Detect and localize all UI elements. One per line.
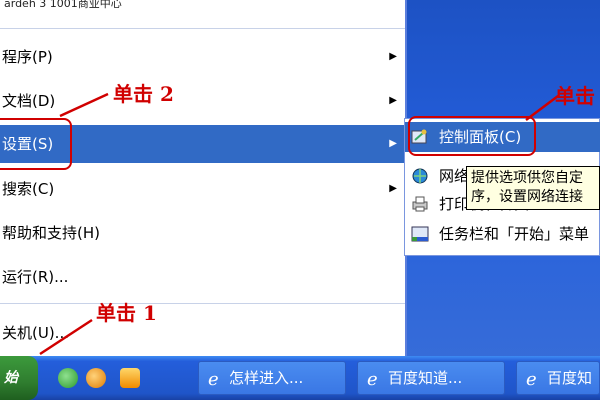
submenu-arrow-icon: ▶ xyxy=(389,95,397,106)
ie-icon: e xyxy=(367,369,378,388)
taskbar: 始 e 怎样进入... e 百度知道... e 百度知 xyxy=(0,356,600,400)
taskbar-button[interactable]: e 百度知 xyxy=(516,361,600,395)
taskbar-button-label: 怎样进入... xyxy=(229,369,304,387)
menu-item-shutdown[interactable]: 关机(U)... xyxy=(0,314,405,352)
taskbar-icon xyxy=(411,226,429,242)
menu-item-help[interactable]: 帮助和支持(H) xyxy=(0,214,405,252)
menu-item-label: 运行(R)... xyxy=(2,268,69,286)
tooltip-line: 序，设置网络连接 xyxy=(471,189,583,205)
annotation-click-1: 单击 1 xyxy=(96,301,157,325)
svg-text:e: e xyxy=(526,369,537,388)
taskbar-button[interactable]: e 怎样进入... xyxy=(198,361,346,395)
annotation-box-control-panel xyxy=(408,116,536,156)
menu-item-documents[interactable]: 文档(D) ▶ xyxy=(0,82,405,120)
submenu-item-label: 任务栏和「开始」菜单 xyxy=(439,225,590,243)
submenu-arrow-icon: ▶ xyxy=(389,51,397,62)
ie-icon: e xyxy=(526,369,537,388)
menu-item-label: 搜索(C) xyxy=(2,180,55,198)
submenu-item-taskbar[interactable]: 任务栏和「开始」菜单 xyxy=(405,219,600,249)
quicklaunch-app-icon[interactable] xyxy=(120,368,140,388)
annotation-click-2: 单击 2 xyxy=(113,82,174,106)
recent-item-text[interactable]: ardeh 3 1001商业中心 xyxy=(0,0,405,14)
taskbar-button-label: 百度知 xyxy=(547,369,593,387)
quicklaunch-media-player-icon[interactable] xyxy=(86,368,106,388)
menu-item-run[interactable]: 运行(R)... xyxy=(0,258,405,296)
annotation-box-settings xyxy=(0,118,72,170)
start-button[interactable]: 始 xyxy=(0,356,38,400)
quicklaunch-green-icon[interactable] xyxy=(58,368,78,388)
submenu-arrow-icon: ▶ xyxy=(389,138,397,149)
tooltip-line: 提供选项供您自定 xyxy=(471,170,583,186)
control-panel-tooltip: 提供选项供您自定 序，设置网络连接 xyxy=(466,166,600,210)
ie-icon: e xyxy=(208,369,219,388)
menu-item-search[interactable]: 搜索(C) ▶ xyxy=(0,170,405,208)
svg-text:e: e xyxy=(367,369,378,388)
printer-icon xyxy=(412,196,428,212)
annotation-click-3: 单击 xyxy=(555,84,595,108)
menu-item-label: 程序(P) xyxy=(2,48,53,66)
start-menu: ardeh 3 1001商业中心 程序(P) ▶ 文档(D) ▶ 设置(S) ▶… xyxy=(0,0,407,356)
menu-separator xyxy=(0,28,405,29)
network-icon xyxy=(412,168,428,184)
menu-item-label: 关机(U)... xyxy=(2,324,69,342)
menu-item-programs[interactable]: 程序(P) ▶ xyxy=(0,38,405,76)
submenu-arrow-icon: ▶ xyxy=(389,183,397,194)
taskbar-button[interactable]: e 百度知道... xyxy=(357,361,505,395)
menu-separator xyxy=(0,303,405,304)
svg-text:e: e xyxy=(208,369,219,388)
start-button-label: 始 xyxy=(4,370,18,386)
menu-item-label: 帮助和支持(H) xyxy=(2,224,100,242)
menu-item-label: 文档(D) xyxy=(2,92,56,110)
taskbar-button-label: 百度知道... xyxy=(388,369,463,387)
